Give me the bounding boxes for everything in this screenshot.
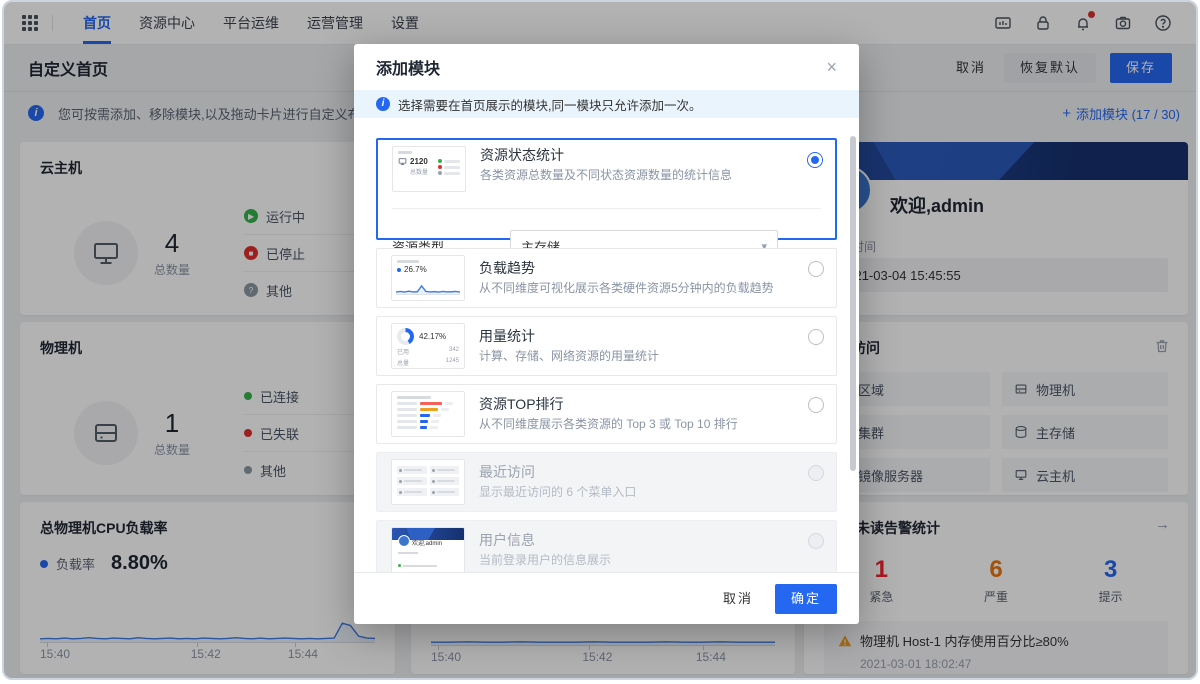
module-option-user-info: 欢迎,admin 用户信息 当前登录用户的信息展示 (376, 520, 837, 572)
close-icon[interactable]: × (826, 58, 837, 76)
modal-title: 添加模块 (376, 55, 440, 79)
radio-disabled (808, 465, 824, 481)
option-title: 用量统计 (479, 327, 822, 346)
info-icon: i (376, 97, 390, 111)
option-title: 最近访问 (479, 463, 822, 482)
module-option-resource-status[interactable]: 2120 总数量 资源状态统计 各类资源总数量及不同状态资源数量的统计信息 (376, 138, 837, 240)
module-option-list: 2120 总数量 资源状态统计 各类资源总数量及不同状态资源数量的统计信息 (354, 118, 859, 572)
option-title: 负载趋势 (479, 259, 822, 278)
divider (392, 208, 821, 209)
radio-unselected[interactable] (808, 261, 824, 277)
option-desc: 从不同维度可视化展示各类硬件资源5分钟内的负载趋势 (479, 280, 822, 297)
modal-cancel-button[interactable]: 取消 (719, 584, 757, 614)
option-desc: 各类资源总数量及不同状态资源数量的统计信息 (480, 167, 821, 184)
donut-chart-icon (397, 328, 414, 345)
option-desc: 从不同维度展示各类资源的 Top 3 或 Top 10 排行 (479, 416, 822, 433)
app-window: 首页 资源中心 平台运维 运营管理 设置 自定义首页 (2, 0, 1198, 680)
option-desc: 当前登录用户的信息展示 (479, 552, 822, 569)
module-option-recent-access: 最近访问 显示最近访问的 6 个菜单入口 (376, 452, 837, 512)
module-option-usage-stats[interactable]: 42.17% 已用342 总量1245 用量统计 计算、存储、网络资源的用量统计 (376, 316, 837, 376)
option-title: 资源TOP排行 (479, 395, 822, 414)
modal-scrollbar[interactable] (850, 136, 856, 471)
modal-ok-button[interactable]: 确定 (775, 584, 837, 614)
option-desc: 计算、存储、网络资源的用量统计 (479, 348, 822, 365)
module-option-top-ranking[interactable]: 资源TOP排行 从不同维度展示各类资源的 Top 3 或 Top 10 排行 (376, 384, 837, 444)
module-option-load-trend[interactable]: 26.7% 负载趋势 从不同维度可视化展示各类硬件资源5分钟内的负载趋势 (376, 248, 837, 308)
radio-unselected[interactable] (808, 329, 824, 345)
add-module-modal: 添加模块 × i 选择需要在首页展示的模块,同一模块只允许添加一次。 2120 (354, 44, 859, 624)
top-ranking-thumbnail (391, 391, 465, 437)
user-info-thumbnail: 欢迎,admin (391, 527, 465, 572)
usage-stats-thumbnail: 42.17% 已用342 总量1245 (391, 323, 465, 369)
modal-notice: i 选择需要在首页展示的模块,同一模块只允许添加一次。 (354, 90, 859, 118)
radio-selected[interactable] (807, 152, 823, 168)
option-desc: 显示最近访问的 6 个菜单入口 (479, 484, 822, 501)
option-title: 资源状态统计 (480, 146, 821, 165)
option-title: 用户信息 (479, 531, 822, 550)
radio-disabled (808, 533, 824, 549)
resource-status-thumbnail: 2120 总数量 (392, 146, 466, 192)
load-trend-thumbnail: 26.7% (391, 255, 465, 301)
radio-unselected[interactable] (808, 397, 824, 413)
recent-access-thumbnail (391, 459, 465, 505)
